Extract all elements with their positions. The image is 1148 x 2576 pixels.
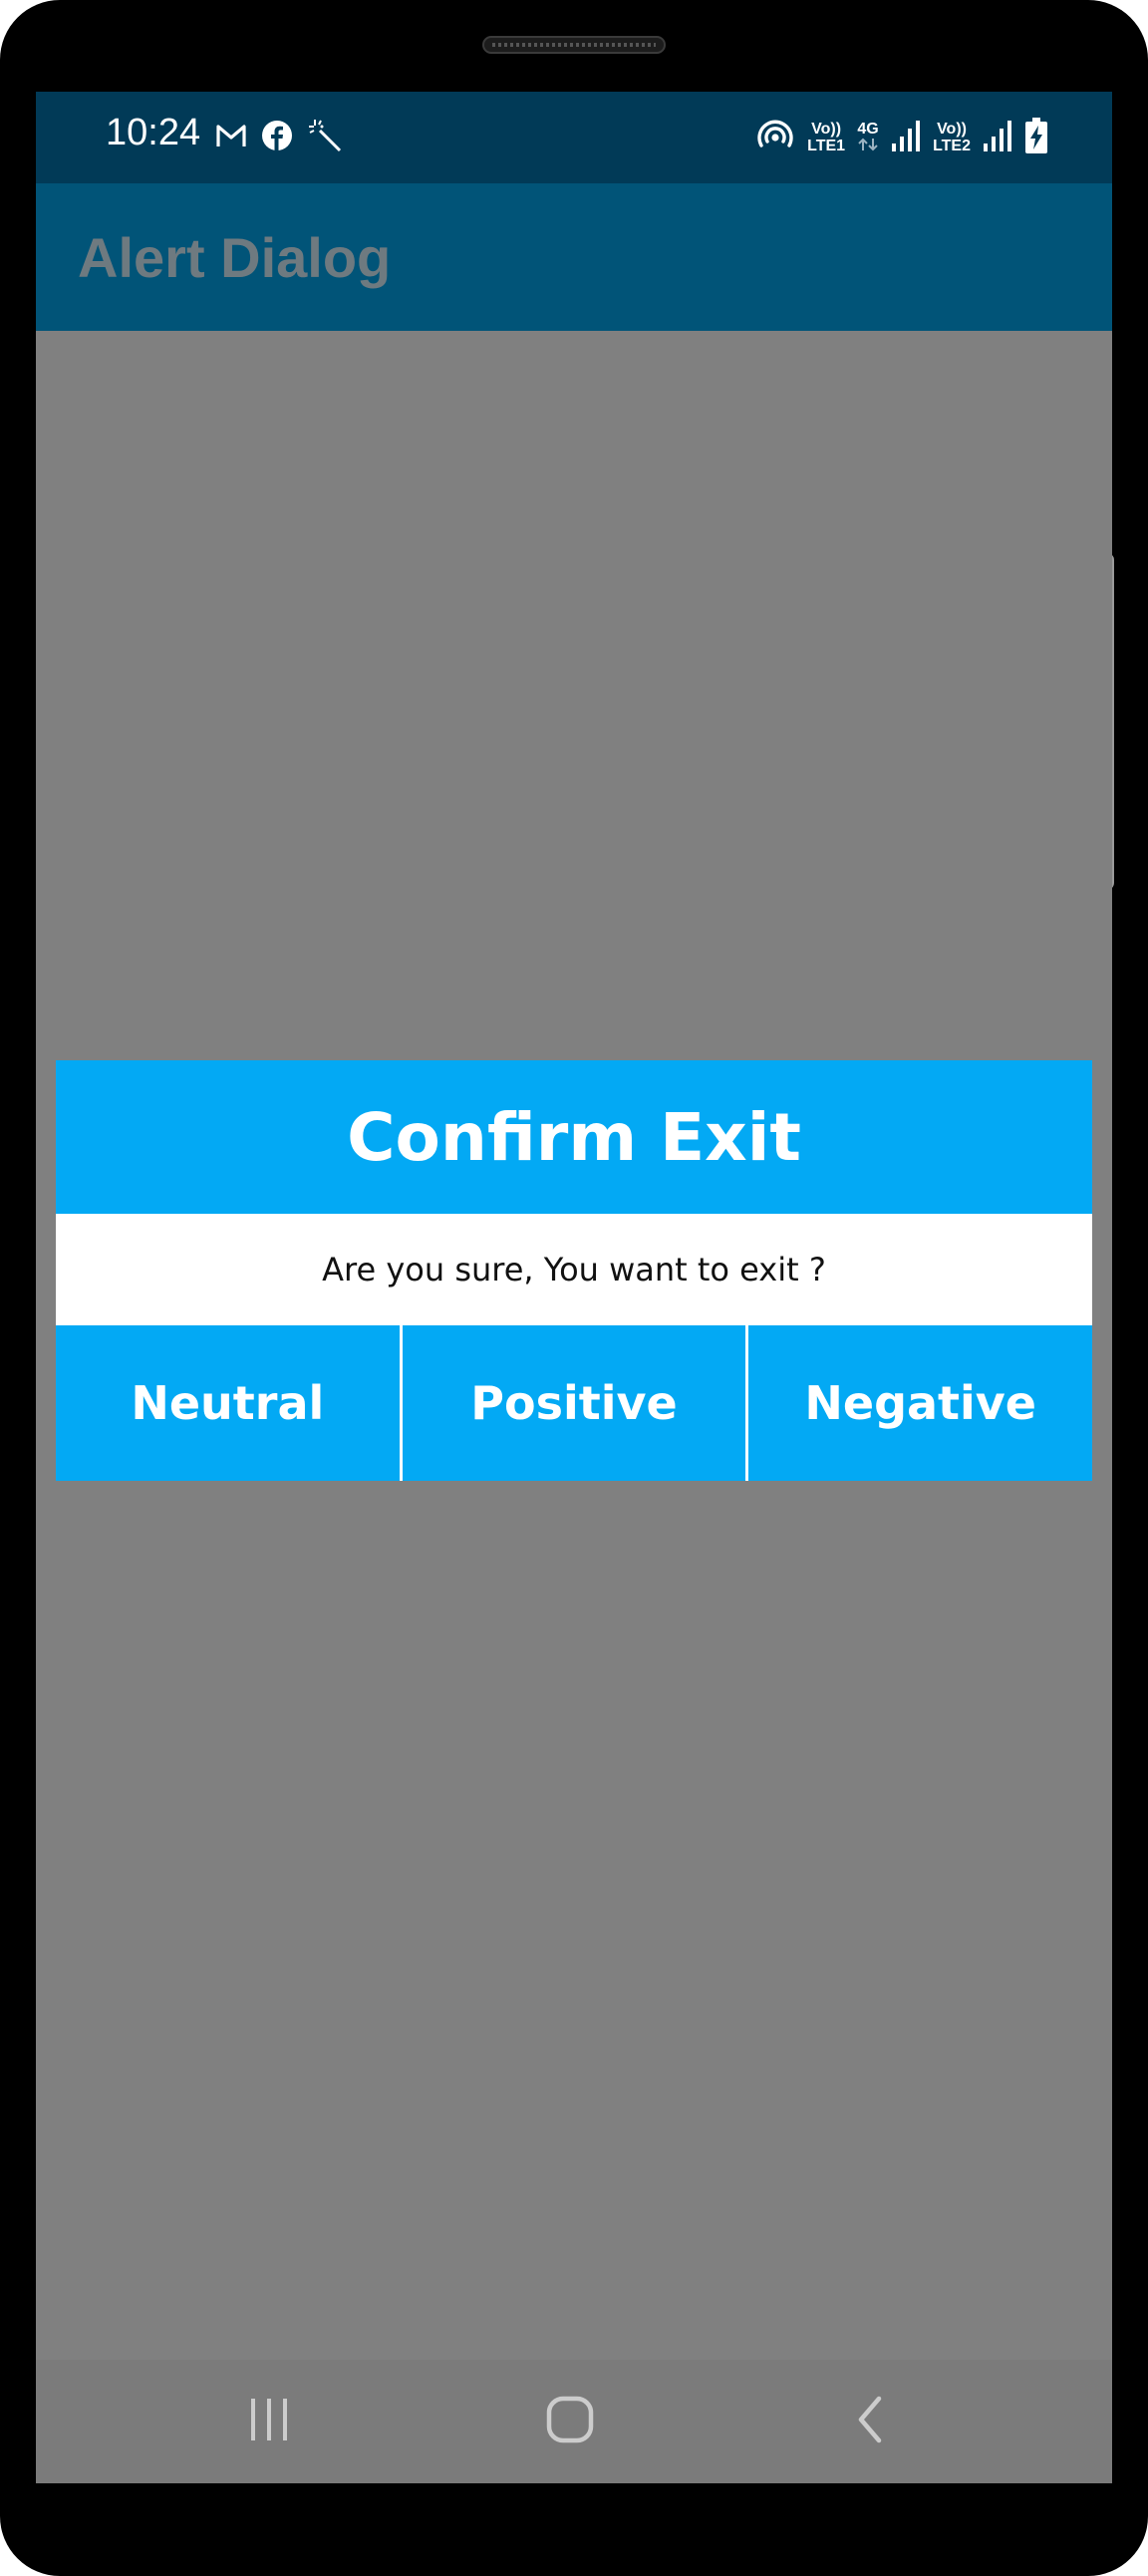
neutral-button[interactable]: Neutral bbox=[56, 1325, 400, 1481]
hotspot-icon bbox=[755, 118, 795, 157]
4g-data-icon: 4G bbox=[857, 121, 879, 155]
recents-icon bbox=[245, 2397, 293, 2446]
signal-icon bbox=[983, 120, 1012, 155]
system-status-icons: Vo)) LTE1 4G Vo)) LTE2 bbox=[755, 114, 1048, 161]
dialog-header: Confirm Exit bbox=[56, 1060, 1092, 1214]
sim1-volte-label: Vo)) bbox=[811, 121, 842, 138]
negative-button[interactable]: Negative bbox=[745, 1325, 1092, 1481]
screen: 10:24 Vo)) LTE1 4G Vo)) LTE2 Alert Dialo… bbox=[36, 92, 1112, 2483]
dialog-body: Are you sure, You want to exit ? bbox=[56, 1214, 1092, 1325]
navigation-bar bbox=[36, 2360, 1112, 2483]
app-title: Alert Dialog bbox=[78, 226, 392, 289]
volte-lte2-icon: Vo)) LTE2 bbox=[933, 121, 971, 154]
facebook-icon bbox=[261, 120, 293, 155]
battery-charging-icon bbox=[1024, 118, 1048, 157]
recents-button[interactable] bbox=[209, 2380, 329, 2463]
app-bar: Alert Dialog bbox=[36, 183, 1112, 331]
notification-icons bbox=[215, 116, 343, 159]
home-icon bbox=[545, 2395, 595, 2448]
sim1-lte-label: LTE1 bbox=[807, 138, 846, 154]
back-icon bbox=[853, 2395, 889, 2448]
status-bar: 10:24 Vo)) LTE1 4G Vo)) LTE2 bbox=[36, 92, 1112, 183]
volte-lte1-icon: Vo)) LTE1 bbox=[807, 121, 845, 154]
positive-button[interactable]: Positive bbox=[399, 1325, 746, 1481]
earpiece-speaker bbox=[482, 36, 666, 54]
data-arrows-icon bbox=[857, 138, 879, 155]
dialog-title: Confirm Exit bbox=[347, 1098, 801, 1176]
sim2-lte-label: LTE2 bbox=[933, 138, 971, 154]
alert-dialog: Confirm Exit Are you sure, You want to e… bbox=[56, 1060, 1092, 1481]
home-button[interactable] bbox=[510, 2380, 630, 2463]
status-time: 10:24 bbox=[106, 112, 201, 153]
phone-frame: 10:24 Vo)) LTE1 4G Vo)) LTE2 Alert Dialo… bbox=[0, 0, 1148, 2576]
network-type-label: 4G bbox=[857, 120, 879, 138]
dialog-button-row: Neutral Positive Negative bbox=[56, 1325, 1092, 1481]
signal-icon bbox=[891, 120, 921, 155]
magic-wand-icon bbox=[307, 118, 343, 157]
sim2-volte-label: Vo)) bbox=[937, 121, 967, 138]
gmail-icon bbox=[215, 123, 247, 152]
dialog-message: Are you sure, You want to exit ? bbox=[322, 1251, 826, 1288]
back-button[interactable] bbox=[811, 2380, 931, 2463]
